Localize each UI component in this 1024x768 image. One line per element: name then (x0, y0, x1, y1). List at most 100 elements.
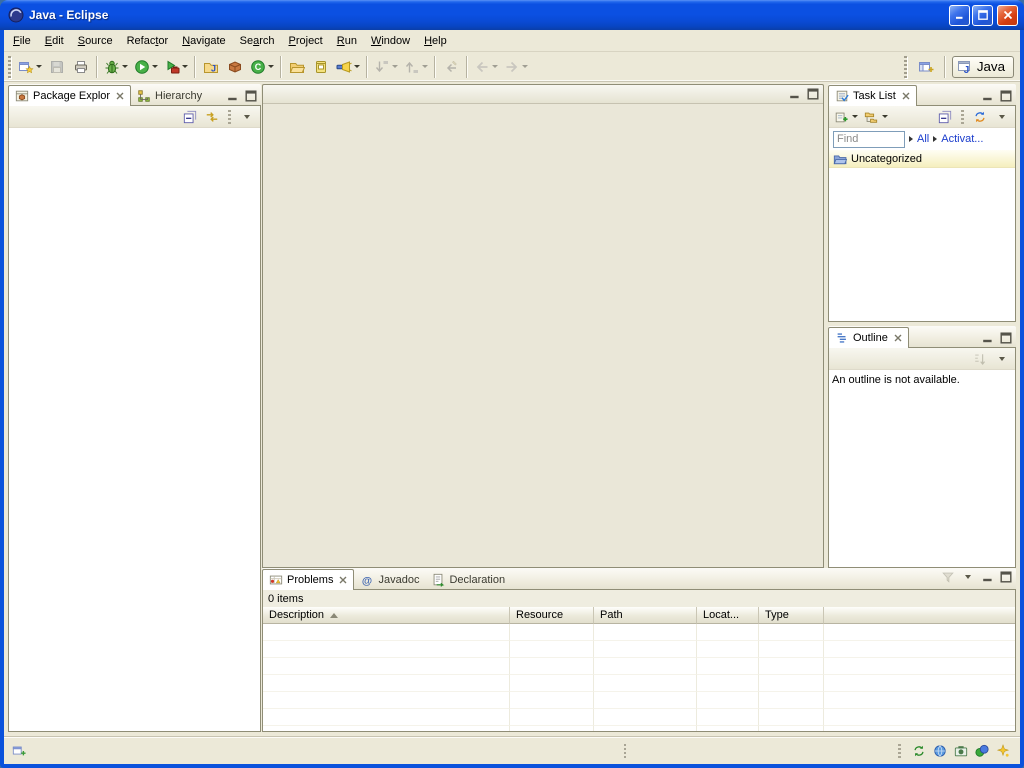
menu-navigate[interactable]: Navigate (175, 31, 232, 51)
debug-button[interactable] (101, 55, 131, 79)
maximize-view-button[interactable] (242, 88, 259, 103)
sort-button[interactable] (970, 349, 990, 369)
view-toolbar-grip (228, 110, 231, 124)
print-button[interactable] (69, 55, 93, 79)
run-button[interactable] (131, 55, 161, 79)
shared-projects-button[interactable] (975, 744, 989, 758)
menu-source[interactable]: Source (71, 31, 120, 51)
menu-project[interactable]: Project (282, 31, 330, 51)
package-explorer-toolbar (9, 106, 260, 128)
minimize-view-button[interactable] (979, 88, 996, 103)
toolbar-separator (466, 56, 468, 78)
problems-body: 0 items DescriptionResourcePathLocat...T… (262, 589, 1016, 732)
synchronize-button[interactable] (912, 744, 926, 758)
toolbar-separator (434, 56, 436, 78)
view-menu-button[interactable] (958, 567, 978, 587)
fast-view-button[interactable] (12, 744, 26, 758)
collapse-all-button[interactable] (180, 107, 200, 127)
menu-run[interactable]: Run (330, 31, 364, 51)
tab-javadoc[interactable]: @ Javadoc (354, 570, 425, 589)
view-tab-strip: Task List (828, 84, 1016, 105)
minimize-editor-button[interactable] (786, 87, 803, 102)
menu-refactor[interactable]: Refactor (120, 31, 176, 51)
hierarchy-icon (137, 89, 151, 103)
back-button[interactable] (471, 55, 501, 79)
minimize-view-button[interactable] (979, 330, 996, 345)
synchronize-tasks-button[interactable] (970, 107, 990, 127)
screen-capture-button[interactable] (954, 744, 968, 758)
column-header-description[interactable]: Description (263, 607, 510, 624)
status-grip[interactable] (898, 744, 901, 758)
jar-file-button[interactable] (309, 55, 333, 79)
close-tab-icon[interactable] (902, 92, 910, 100)
view-menu-button[interactable] (237, 107, 257, 127)
table-row (263, 641, 1015, 658)
package-explorer-tree[interactable] (9, 128, 260, 731)
minimize-view-button[interactable] (979, 570, 996, 585)
tab-outline[interactable]: Outline (828, 327, 909, 348)
uncategorized-folder-icon (833, 152, 847, 166)
categorized-presentation-button[interactable] (862, 107, 890, 127)
maximize-editor-button[interactable] (804, 87, 821, 102)
web-status-button[interactable] (933, 744, 947, 758)
forward-button[interactable] (501, 55, 531, 79)
close-tab-icon[interactable] (116, 92, 124, 100)
close-tab-icon[interactable] (339, 576, 347, 584)
column-header-path[interactable]: Path (594, 607, 697, 624)
menu-edit[interactable]: Edit (38, 31, 71, 51)
title-bar[interactable]: Java - Eclipse (0, 0, 1024, 30)
perspective-java-button[interactable]: J Java (952, 56, 1014, 78)
screen-capture-icon (954, 744, 968, 758)
task-category-row[interactable]: Uncategorized (829, 150, 1015, 168)
menu-search[interactable]: Search (233, 31, 282, 51)
perspective-bar-grip[interactable] (904, 56, 907, 78)
search-button[interactable] (333, 55, 363, 79)
tab-package-explorer[interactable]: Package Explor (8, 85, 131, 106)
maximize-view-button[interactable] (997, 330, 1014, 345)
collapse-all-button[interactable] (935, 107, 955, 127)
tab-problems[interactable]: Problems (262, 569, 354, 590)
scope-activate-link[interactable]: Activat... (941, 133, 983, 145)
maximize-window-button[interactable] (972, 5, 993, 26)
maximize-view-button[interactable] (997, 570, 1014, 585)
column-header-locat[interactable]: Locat... (697, 607, 759, 624)
menu-help[interactable]: Help (417, 31, 454, 51)
task-list-content[interactable] (829, 168, 1015, 321)
column-header-type[interactable]: Type (759, 607, 824, 624)
task-find-input[interactable] (833, 131, 905, 148)
open-type-button[interactable] (285, 55, 309, 79)
new-java-package-button[interactable] (223, 55, 247, 79)
tab-task-list[interactable]: Task List (828, 85, 917, 106)
view-menu-button[interactable] (992, 349, 1012, 369)
column-header-resource[interactable]: Resource (510, 607, 594, 624)
whats-new-button[interactable] (996, 744, 1010, 758)
new-task-button[interactable] (832, 107, 860, 127)
menu-file[interactable]: File (6, 31, 38, 51)
minimize-view-button[interactable] (224, 88, 241, 103)
new-java-class-button[interactable]: C (247, 55, 277, 79)
minimize-window-button[interactable] (949, 5, 970, 26)
close-window-button[interactable] (997, 5, 1018, 26)
next-annotation-button[interactable] (371, 55, 401, 79)
external-tools-button[interactable] (161, 55, 191, 79)
tab-declaration[interactable]: Declaration (425, 570, 511, 589)
new-wizard-button[interactable] (15, 55, 45, 79)
new-java-project-button[interactable]: J (199, 55, 223, 79)
maximize-icon (1000, 90, 1012, 102)
scope-all-link[interactable]: All (917, 133, 929, 145)
view-menu-button[interactable] (992, 107, 1012, 127)
sparkle-icon (996, 744, 1010, 758)
toolbar-grip[interactable] (8, 56, 11, 78)
tab-hierarchy[interactable]: Hierarchy (131, 86, 208, 105)
open-perspective-button[interactable] (914, 55, 938, 79)
maximize-view-button[interactable] (997, 88, 1014, 103)
link-with-editor-button[interactable] (202, 107, 222, 127)
last-edit-location-button[interactable] (439, 55, 463, 79)
save-button[interactable] (45, 55, 69, 79)
view-window-controls (978, 330, 1016, 347)
menu-window[interactable]: Window (364, 31, 417, 51)
close-tab-icon[interactable] (894, 334, 902, 342)
dropdown-arrow-icon (852, 115, 858, 118)
previous-annotation-button[interactable] (401, 55, 431, 79)
filter-button[interactable] (938, 567, 958, 587)
